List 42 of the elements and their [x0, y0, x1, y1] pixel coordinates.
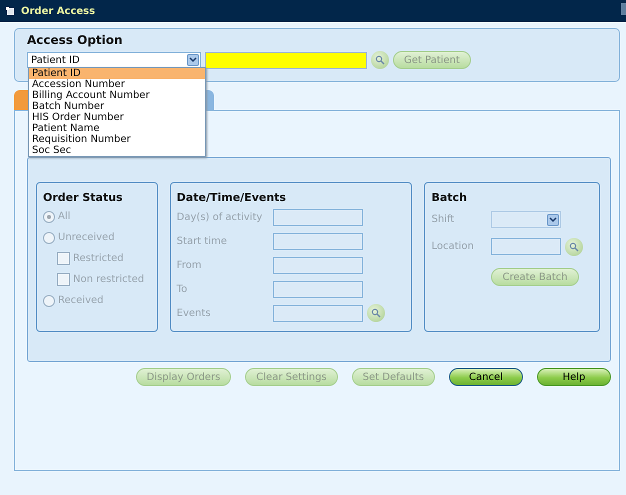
field-label: Start time	[176, 236, 228, 248]
dropdown-option[interactable]: Patient Name	[29, 123, 205, 134]
window-title: Order Access	[21, 6, 96, 16]
dropdown-option[interactable]: Requisition Number	[29, 134, 205, 145]
field-label: Shift	[431, 214, 456, 225]
option-label: Restricted	[73, 253, 124, 264]
group-title: Date/Time/Events	[176, 191, 287, 204]
patient-id-field[interactable]	[205, 52, 367, 68]
option-label: Received	[58, 295, 104, 306]
dropdown-option[interactable]: Batch Number	[29, 101, 205, 112]
dropdown-option[interactable]: Accession Number	[29, 79, 205, 90]
dialog-button[interactable]: Help	[537, 368, 611, 386]
option-label: Non restricted	[73, 274, 144, 285]
panel-title: Access Option	[27, 33, 124, 47]
group-title: Batch	[431, 191, 468, 204]
dropdown-option[interactable]: Soc Sec	[29, 145, 205, 156]
input-field[interactable]	[272, 304, 363, 322]
dialog-button[interactable]: Cancel	[449, 368, 523, 386]
dropdown-option[interactable]: Billing Account Number	[29, 90, 205, 101]
window-icon	[6, 6, 15, 16]
dropdown-caret-icon[interactable]	[187, 54, 199, 66]
close-button[interactable]	[621, 3, 626, 15]
search-icon[interactable]	[371, 51, 389, 69]
search-icon[interactable]	[565, 238, 584, 256]
input-field[interactable]	[272, 233, 363, 250]
option-label: All	[58, 211, 70, 222]
field-label: From	[176, 260, 202, 271]
input-field[interactable]	[272, 280, 363, 298]
input-field[interactable]	[272, 209, 363, 226]
dropdown-option[interactable]: Patient ID	[29, 68, 205, 79]
input-field[interactable]	[491, 238, 562, 255]
option-label: Unreceived	[58, 232, 115, 243]
dropdown-option[interactable]: HIS Order Number	[29, 112, 205, 123]
dropdown-caret-icon[interactable]	[547, 214, 560, 226]
field-label: To	[176, 284, 188, 295]
field-label: Location	[431, 241, 475, 252]
input-field[interactable]	[272, 256, 363, 274]
field-label: Day(s) of activity	[176, 212, 264, 224]
field-label: Events	[176, 308, 212, 319]
search-icon[interactable]	[366, 304, 385, 322]
access-option-select[interactable]: Patient ID	[27, 52, 201, 68]
group-title: Order Status	[43, 191, 124, 204]
